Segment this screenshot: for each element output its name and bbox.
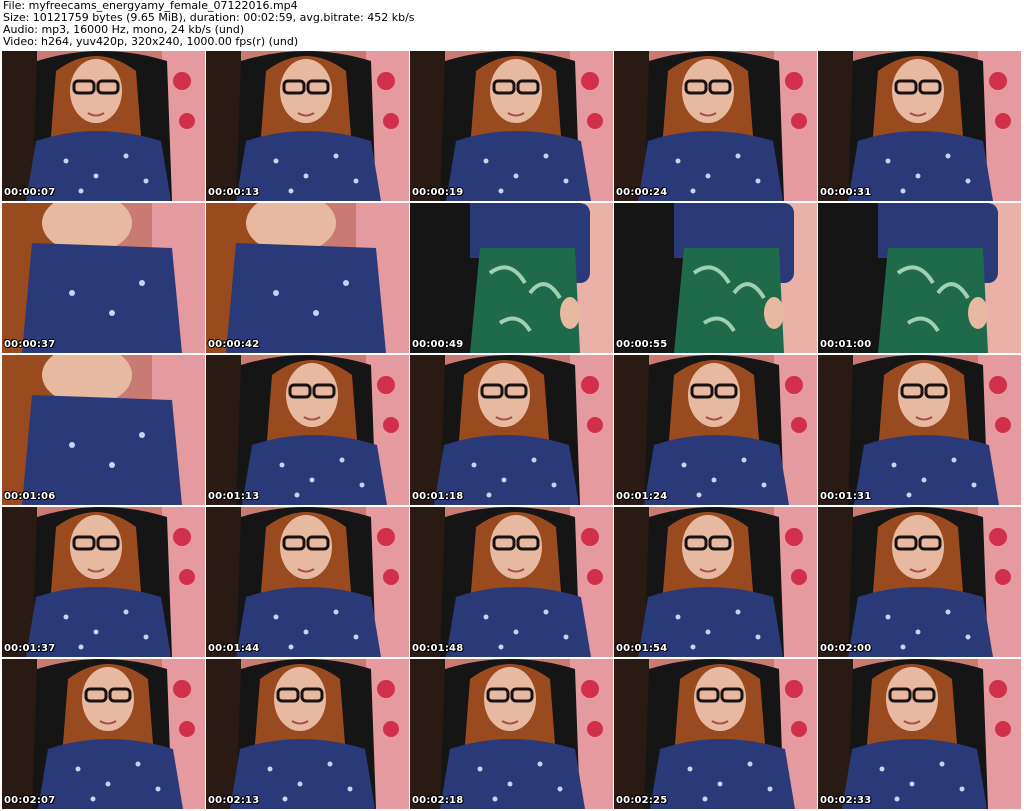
thumbnail-image — [818, 659, 1021, 809]
thumbnail-timestamp: 00:01:00 — [820, 339, 872, 350]
video-thumbnail: 00:01:44 — [206, 507, 409, 657]
video-thumbnail: 00:01:54 — [614, 507, 817, 657]
video-thumbnail: 00:01:37 — [2, 507, 205, 657]
thumbnail-image — [614, 659, 817, 809]
thumbnail-timestamp: 00:02:13 — [208, 795, 260, 806]
thumbnail-timestamp: 00:00:07 — [4, 187, 56, 198]
video-thumbnail: 00:00:13 — [206, 51, 409, 201]
video-thumbnail: 00:01:13 — [206, 355, 409, 505]
thumbnail-timestamp: 00:01:18 — [412, 491, 464, 502]
thumbnail-timestamp: 00:00:19 — [412, 187, 464, 198]
thumbnail-image — [410, 355, 613, 505]
thumbnail-timestamp: 00:02:33 — [820, 795, 872, 806]
thumbnail-timestamp: 00:02:07 — [4, 795, 56, 806]
video-thumbnail: 00:00:19 — [410, 51, 613, 201]
thumbnail-image — [614, 507, 817, 657]
thumbnail-image — [2, 51, 205, 201]
video-thumbnail: 00:01:18 — [410, 355, 613, 505]
thumbnail-image — [206, 507, 409, 657]
video-thumbnail: 00:02:18 — [410, 659, 613, 809]
thumbnail-timestamp: 00:01:31 — [820, 491, 872, 502]
thumbnail-image — [2, 507, 205, 657]
thumbnail-timestamp: 00:00:37 — [4, 339, 56, 350]
thumbnail-timestamp: 00:02:18 — [412, 795, 464, 806]
video-thumbnail: 00:00:55 — [614, 203, 817, 353]
thumbnail-timestamp: 00:01:44 — [208, 643, 260, 654]
video-thumbnail: 00:02:13 — [206, 659, 409, 809]
thumbnail-timestamp: 00:01:48 — [412, 643, 464, 654]
video-thumbnail: 00:01:06 — [2, 355, 205, 505]
thumbnail-image — [410, 507, 613, 657]
video-thumbnail: 00:02:33 — [818, 659, 1021, 809]
video-thumbnail: 00:00:24 — [614, 51, 817, 201]
video-thumbnail: 00:00:31 — [818, 51, 1021, 201]
thumbnail-image — [2, 355, 205, 505]
video-thumbnail: 00:02:00 — [818, 507, 1021, 657]
thumbnail-timestamp: 00:00:42 — [208, 339, 260, 350]
thumbnail-image — [2, 203, 205, 353]
thumbnail-timestamp: 00:00:49 — [412, 339, 464, 350]
thumbnail-image — [206, 51, 409, 201]
thumbnail-timestamp: 00:01:54 — [616, 643, 668, 654]
thumbnail-timestamp: 00:00:24 — [616, 187, 668, 198]
thumbnail-timestamp: 00:00:13 — [208, 187, 260, 198]
thumbnail-image — [410, 659, 613, 809]
thumbnail-timestamp: 00:00:55 — [616, 339, 668, 350]
video-thumbnail: 00:01:48 — [410, 507, 613, 657]
video-thumbnail: 00:02:07 — [2, 659, 205, 809]
video-thumbnail: 00:01:24 — [614, 355, 817, 505]
thumbnail-grid: 00:00:07 00:00:13 00:00:19 00:00:24 00:0… — [0, 0, 1024, 811]
thumbnail-image — [818, 203, 1021, 353]
thumbnail-image — [614, 355, 817, 505]
thumbnail-timestamp: 00:01:37 — [4, 643, 56, 654]
thumbnail-image — [818, 355, 1021, 505]
video-thumbnail: 00:00:42 — [206, 203, 409, 353]
thumbnail-timestamp: 00:01:13 — [208, 491, 260, 502]
thumbnail-image — [206, 203, 409, 353]
thumbnail-image — [206, 355, 409, 505]
thumbnail-image — [614, 203, 817, 353]
thumbnail-image — [410, 51, 613, 201]
video-thumbnail: 00:00:07 — [2, 51, 205, 201]
thumbnail-timestamp: 00:02:25 — [616, 795, 668, 806]
thumbnail-image — [818, 51, 1021, 201]
video-thumbnail: 00:00:37 — [2, 203, 205, 353]
thumbnail-image — [2, 659, 205, 809]
thumbnail-timestamp: 00:00:31 — [820, 187, 872, 198]
thumbnail-timestamp: 00:01:24 — [616, 491, 668, 502]
video-thumbnail: 00:01:00 — [818, 203, 1021, 353]
video-thumbnail: 00:01:31 — [818, 355, 1021, 505]
video-thumbnail: 00:00:49 — [410, 203, 613, 353]
thumbnail-image — [410, 203, 613, 353]
thumbnail-image — [614, 51, 817, 201]
thumbnail-timestamp: 00:01:06 — [4, 491, 56, 502]
thumbnail-image — [206, 659, 409, 809]
thumbnail-timestamp: 00:02:00 — [820, 643, 872, 654]
video-thumbnail: 00:02:25 — [614, 659, 817, 809]
thumbnail-image — [818, 507, 1021, 657]
